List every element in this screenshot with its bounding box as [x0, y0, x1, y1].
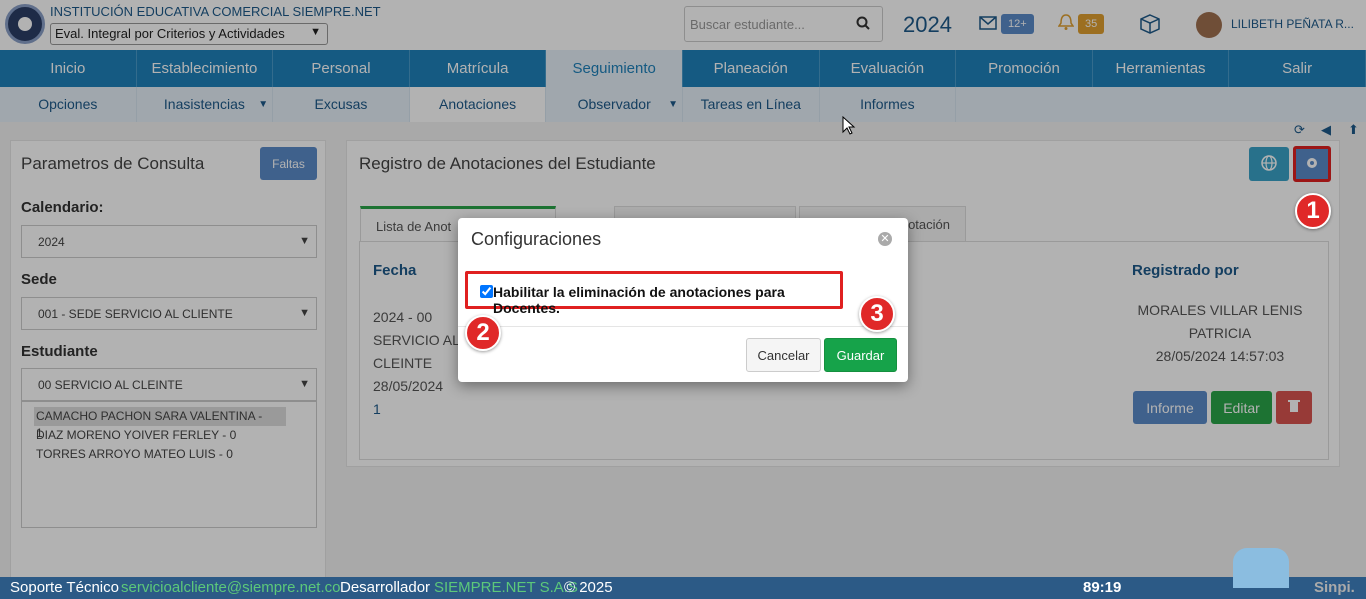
modal-divider	[458, 326, 908, 327]
enable-delete-checkbox[interactable]	[480, 285, 493, 298]
company-link[interactable]: SIEMPRE.NET S.A.S	[434, 577, 578, 599]
chat-button[interactable]	[1233, 548, 1289, 588]
checkbox-label[interactable]: Habilitar la eliminación de anotaciones …	[493, 284, 840, 316]
step-marker-2: 2	[465, 315, 501, 351]
close-icon[interactable]: ✕	[878, 232, 892, 246]
session-timer: 89:19	[1083, 579, 1122, 596]
enable-delete-checkbox-row[interactable]: Habilitar la eliminación de anotaciones …	[465, 271, 843, 316]
cancel-button[interactable]: Cancelar	[746, 338, 821, 372]
support-email-link[interactable]: servicioalcliente@siempre.net.co	[121, 577, 341, 599]
mouse-cursor-icon	[842, 116, 856, 135]
brand-logo: Sinpi.	[1314, 579, 1355, 596]
modal-title: Configuraciones	[471, 229, 602, 249]
step-marker-1: 1	[1295, 193, 1331, 229]
step-marker-3: 3	[859, 296, 895, 332]
footer: Soporte Técnico servicioalcliente@siempr…	[0, 577, 1366, 599]
configuraciones-modal: Configuraciones ✕ Habilitar la eliminaci…	[458, 218, 908, 382]
save-button[interactable]: Guardar	[824, 338, 897, 372]
